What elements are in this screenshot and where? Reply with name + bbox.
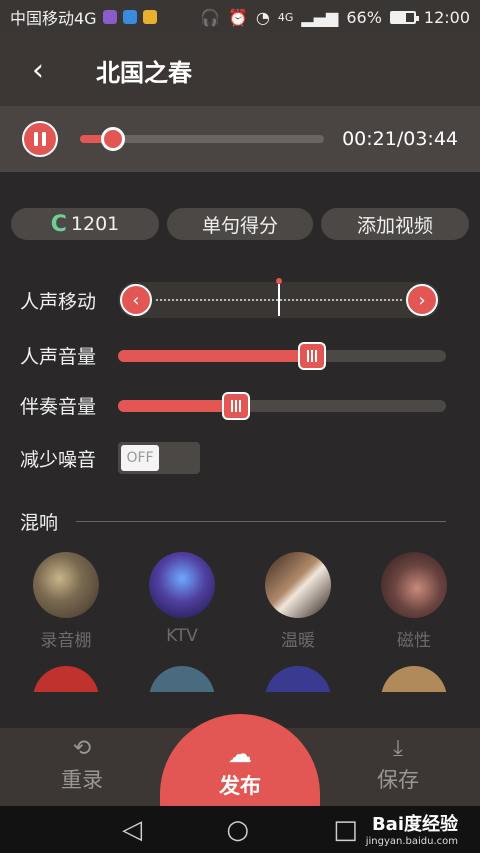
slider-fill <box>118 349 312 362</box>
headphones-icon: 🎧 <box>200 7 220 27</box>
back-button[interactable]: ‹ <box>0 34 76 106</box>
magnetic-image <box>381 552 447 618</box>
preset-label: 磁性 <box>397 631 431 651</box>
slider-thumb[interactable] <box>297 341 326 370</box>
watermark-url: jingyan.baidu.com <box>365 836 458 847</box>
vocal-shift-row: 人声移动 ‹ › <box>20 278 440 318</box>
ktv-room-image <box>149 552 215 618</box>
reverb-preset[interactable] <box>364 666 464 692</box>
reverb-presets-row-2 <box>16 666 464 692</box>
vocal-shift-label: 人声移动 <box>20 290 97 313</box>
shift-left-button[interactable]: ‹ <box>120 284 152 316</box>
pause-button[interactable] <box>22 121 58 157</box>
reverb-preset-warm[interactable]: 温暖 <box>248 552 348 651</box>
playback-progress[interactable] <box>80 127 324 151</box>
redo-label: 重录 <box>61 768 103 792</box>
slider-thumb[interactable] <box>222 391 251 420</box>
preset-image <box>149 666 215 692</box>
nav-recents-icon[interactable]: □ <box>333 815 358 845</box>
save-label: 保存 <box>377 768 419 792</box>
shift-right-button[interactable]: › <box>406 284 438 316</box>
app-notification-icon <box>122 10 137 24</box>
signal-icon: 4G <box>277 10 294 24</box>
noise-reduction-label: 减少噪音 <box>20 448 97 471</box>
score-value: 1201 <box>70 213 120 235</box>
back-arrow-icon: ‹ <box>32 52 44 88</box>
watermark: Bai度经验 jingyan.baidu.com <box>366 810 458 847</box>
score-chip[interactable]: C 1201 <box>11 208 159 240</box>
action-chips: C 1201 单句得分 添加视频 <box>11 208 471 240</box>
reverb-preset[interactable] <box>248 666 348 692</box>
studio-mic-image <box>33 552 99 618</box>
carrier-label: 中国移动4G <box>10 9 97 28</box>
redo-icon: ⟲ <box>72 736 92 761</box>
nav-home-icon[interactable]: ○ <box>226 815 249 845</box>
preset-label: KTV <box>166 626 198 646</box>
piano-keys-image <box>265 552 331 618</box>
app-notification-icon <box>142 10 157 24</box>
slider-fill <box>118 399 237 412</box>
toggle-state: OFF <box>121 445 159 471</box>
reverb-preset-ktv[interactable]: KTV <box>132 552 232 651</box>
sentence-score-button[interactable]: 单句得分 <box>167 208 313 240</box>
vocal-volume-slider[interactable] <box>118 341 446 370</box>
reverb-label: 混响 <box>20 512 59 534</box>
preset-label: 录音棚 <box>40 631 92 651</box>
page-title: 北国之春 <box>96 58 192 87</box>
watermark-logo: Bai度经验 <box>371 814 458 835</box>
cloud-upload-icon: ☁ <box>228 740 252 768</box>
battery-percent: 66% <box>346 7 382 27</box>
reverb-presets: 录音棚 KTV 温暖 磁性 <box>16 552 464 651</box>
pause-icon <box>34 132 38 146</box>
preset-label: 温暖 <box>281 631 315 651</box>
reverb-preset-magnetic[interactable]: 磁性 <box>364 552 464 651</box>
reverb-preset[interactable] <box>16 666 116 692</box>
header: ‹ 北国之春 <box>0 34 480 106</box>
accompaniment-volume-row: 伴奏音量 <box>20 391 446 420</box>
signal-bars-icon: ▂▄▆ <box>301 7 339 27</box>
reverb-header: 混响 <box>20 508 446 535</box>
vocal-shift-control[interactable]: ‹ › <box>118 278 440 318</box>
nav-back-icon[interactable]: ◁ <box>122 815 142 845</box>
divider <box>76 521 446 522</box>
playback-bar: 00:21/03:44 <box>0 106 480 172</box>
status-bar: 中国移动4G 🎧 ⏰ ◔ 4G ▂▄▆ 66% 12:00 <box>0 0 480 34</box>
preset-image <box>33 666 99 692</box>
noise-reduction-toggle[interactable]: OFF <box>118 442 200 474</box>
accompaniment-volume-label: 伴奏音量 <box>20 396 97 418</box>
save-button[interactable]: ⤓ 保存 <box>338 736 458 794</box>
clock: 12:00 <box>423 7 470 27</box>
reverb-preset-studio[interactable]: 录音棚 <box>16 552 116 651</box>
preset-image <box>381 666 447 692</box>
preset-image <box>265 666 331 692</box>
shift-indicator-dot <box>276 278 282 284</box>
download-icon: ⤓ <box>393 736 403 761</box>
score-icon: C <box>50 211 67 237</box>
noise-reduction-row: 减少噪音 OFF <box>20 442 200 474</box>
shift-center-marker <box>278 284 280 316</box>
reverb-preset[interactable] <box>132 666 232 692</box>
publish-label: 发布 <box>219 774 261 798</box>
add-video-button[interactable]: 添加视频 <box>321 208 469 240</box>
chevron-right-icon: › <box>418 289 426 311</box>
wifi-icon: ◔ <box>255 7 270 27</box>
vocal-volume-row: 人声音量 <box>20 341 446 370</box>
chevron-left-icon: ‹ <box>132 289 140 311</box>
playback-time: 00:21/03:44 <box>342 128 458 150</box>
redo-button[interactable]: ⟲ 重录 <box>22 736 142 794</box>
accompaniment-volume-slider[interactable] <box>118 391 446 420</box>
progress-thumb[interactable] <box>100 127 125 151</box>
alarm-icon: ⏰ <box>227 7 248 27</box>
battery-icon <box>389 10 419 24</box>
vocal-volume-label: 人声音量 <box>20 346 97 368</box>
app-notification-icon <box>102 10 117 24</box>
